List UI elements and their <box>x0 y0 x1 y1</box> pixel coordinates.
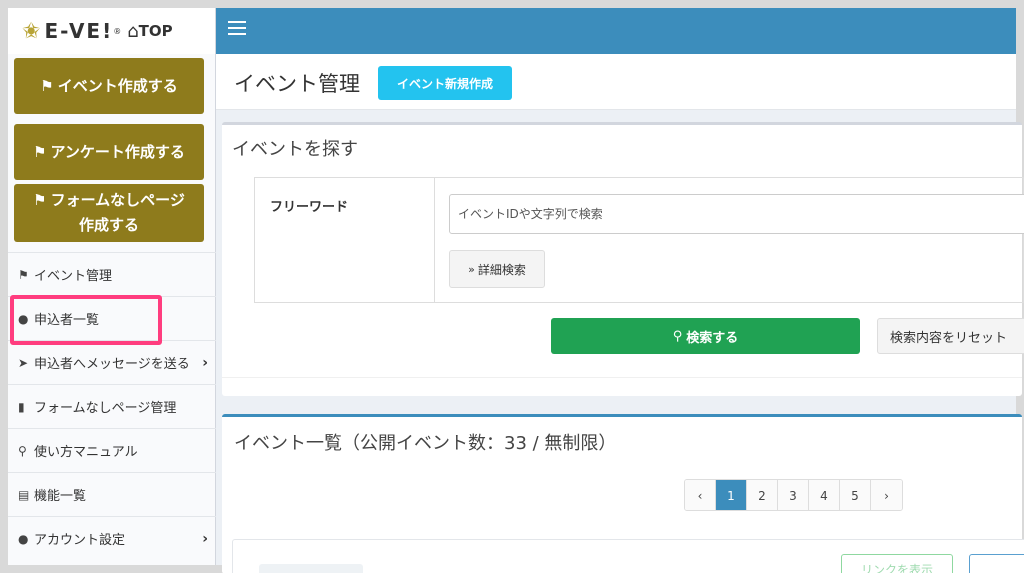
pagination-page-1[interactable]: 1 <box>716 480 747 510</box>
page-title: イベント管理 <box>234 72 360 96</box>
sidebar-item-label: 申込者へメッセージを送る <box>34 357 190 372</box>
advanced-search-label: 詳細検索 <box>477 262 526 277</box>
create-survey-label: アンケート作成する <box>50 142 185 161</box>
sidebar-item-event-management[interactable]: ⚑ イベント管理 <box>8 252 216 296</box>
home-icon: ⌂ <box>127 20 139 42</box>
search-panel-title: イベントを探す <box>232 139 358 160</box>
keyword-search-input[interactable] <box>449 194 1024 234</box>
sidebar-item-label: 使い方マニュアル <box>34 445 138 460</box>
advanced-search-button[interactable]: » 詳細検索 <box>449 250 545 288</box>
keyword-label: フリーワード <box>270 200 349 215</box>
create-formless-label-1: フォームなしページ <box>50 191 185 209</box>
keyword-label-cell: フリーワード <box>255 178 435 302</box>
pagination-page-5[interactable]: 5 <box>840 480 871 510</box>
chevron-right-icon: › <box>202 354 208 371</box>
sidebar-item-features[interactable]: ▤ 機能一覧 <box>8 472 216 516</box>
search-button-label: 検索する <box>686 330 739 346</box>
sidebar-item-label: 機能一覧 <box>34 489 87 504</box>
star-logo-icon: ✬ <box>22 18 41 44</box>
event-card: リンクを表示 <box>232 539 1024 573</box>
highlight-annotation <box>10 295 162 345</box>
pagination-prev[interactable]: ‹ <box>685 480 716 510</box>
create-formless-label-2: 作成する <box>78 216 139 234</box>
user-gear-icon: ● <box>18 531 29 546</box>
divider <box>222 377 1022 378</box>
sidebar-item-account-settings[interactable]: ● アカウント設定 › <box>8 516 216 560</box>
show-link-button[interactable]: リンクを表示 <box>841 554 953 573</box>
search-form-table: フリーワード » 詳細検索 <box>254 177 1024 303</box>
top-link[interactable]: TOP <box>139 22 173 40</box>
flag-icon: ⚑ <box>33 142 47 161</box>
sidebar-item-send-message[interactable]: ➤ 申込者へメッセージを送る › <box>8 340 216 384</box>
create-survey-button[interactable]: ⚑ アンケート作成する <box>14 124 204 180</box>
new-event-button[interactable]: イベント新規作成 <box>378 66 512 100</box>
sidebar-item-formless-pages[interactable]: ▮ フォームなしページ管理 <box>8 384 216 428</box>
pagination-page-2[interactable]: 2 <box>747 480 778 510</box>
pagination-page-3[interactable]: 3 <box>778 480 809 510</box>
sidebar-item-label: イベント管理 <box>34 269 113 284</box>
file-icon: ▮ <box>18 399 25 414</box>
paper-plane-icon: ➤ <box>18 355 29 370</box>
status-badge <box>259 564 363 573</box>
registered-mark: ® <box>113 26 122 36</box>
pagination-next[interactable]: › <box>871 480 902 510</box>
pagination-page-4[interactable]: 4 <box>809 480 840 510</box>
create-event-button[interactable]: ⚑ イベント作成する <box>14 58 204 114</box>
sidebar: ✬ E-VE! ® ⌂ TOP ⚑ イベント作成する ⚑ アンケート作成する ⚑ フ… <box>8 8 216 565</box>
search-icon: ⚲ <box>18 443 27 458</box>
flag-icon: ⚑ <box>40 76 54 95</box>
reset-search-button[interactable]: 検索内容をリセット <box>877 318 1024 354</box>
top-navbar <box>216 8 1016 54</box>
card-action-button[interactable] <box>969 554 1024 573</box>
sidebar-item-manual[interactable]: ⚲ 使い方マニュアル <box>8 428 216 472</box>
event-list-title: イベント一覧（公開イベント数：33 / 無制限） <box>234 433 617 454</box>
logo[interactable]: ✬ E-VE! ® ⌂ TOP <box>8 8 215 54</box>
search-panel: イベントを探す フリーワード » 詳細検索 ⚲ 検索する 検索内容をリセット <box>222 122 1024 396</box>
flag-icon: ⚑ <box>33 191 47 209</box>
search-button[interactable]: ⚲ 検索する <box>551 318 860 354</box>
create-formless-page-button[interactable]: ⚑ フォームなしページ 作成する <box>14 184 204 242</box>
flag-icon: ⚑ <box>18 267 29 282</box>
menu-toggle-icon[interactable] <box>228 21 246 35</box>
sidebar-item-label: フォームなしページ管理 <box>34 401 177 416</box>
search-icon: ⚲ <box>672 328 683 344</box>
chevron-right-icon: › <box>202 530 208 547</box>
create-event-label: イベント作成する <box>57 76 178 95</box>
page-header: イベント管理 イベント新規作成 <box>216 54 1016 110</box>
book-icon: ▤ <box>18 487 30 502</box>
brand-name: E-VE! <box>44 19 114 43</box>
sidebar-item-label: アカウント設定 <box>34 533 126 548</box>
pagination: ‹ 1 2 3 4 5 › <box>684 479 903 511</box>
double-chevron-down-icon: » <box>468 262 475 276</box>
event-list-panel: イベント一覧（公開イベント数：33 / 無制限） ‹ 1 2 3 4 5 › リ… <box>222 414 1024 573</box>
